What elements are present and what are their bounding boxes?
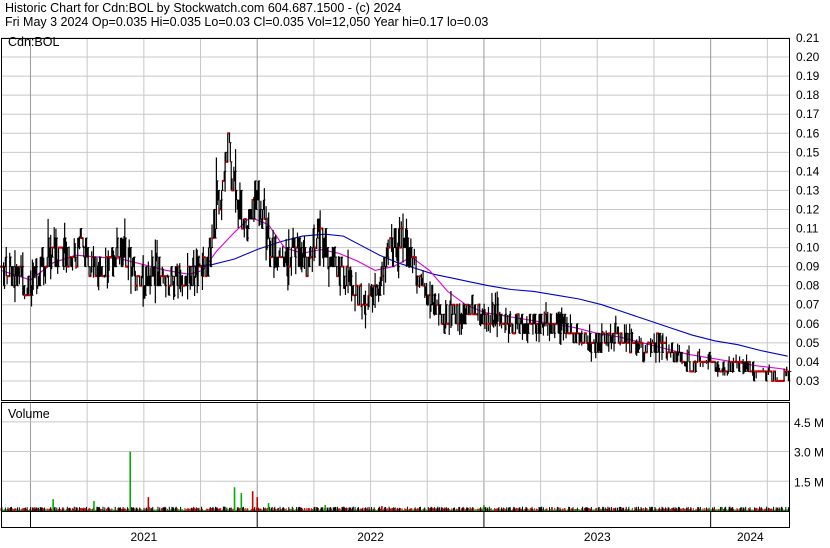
price-tick-label: 0.08 xyxy=(796,279,820,293)
price-tick-label: 0.12 xyxy=(796,202,820,216)
price-tick-label: 0.17 xyxy=(796,107,820,121)
price-tick-label: 0.06 xyxy=(796,317,820,331)
price-tick-label: 0.16 xyxy=(796,126,820,140)
price-tick-label: 0.11 xyxy=(796,222,819,236)
volume-panel-title: Volume xyxy=(8,407,50,421)
volume-tick-label: 3.0 M xyxy=(794,446,824,460)
volume-tick-label: 1.5 M xyxy=(794,475,824,489)
price-panel-title: Cdn:BOL xyxy=(8,35,59,49)
chart-area: 0.03 0.04 0.05 0.06 0.07 0.08 0.09 0.10 0.11 0.12… xyxy=(0,0,830,544)
year-label: 2022 xyxy=(357,530,384,543)
price-tick-label: 0.20 xyxy=(796,50,820,64)
price-tick-label: 0.04 xyxy=(796,355,820,369)
price-tick-label: 0.18 xyxy=(796,88,820,102)
price-tick-label: 0.13 xyxy=(796,183,820,197)
price-tick-label: 0.10 xyxy=(796,241,820,255)
year-label: 2024 xyxy=(737,530,764,543)
price-tick-label: 0.07 xyxy=(796,298,820,312)
time-axis-border xyxy=(1,511,790,528)
price-tick-label: 0.09 xyxy=(796,260,820,274)
year-label: 2023 xyxy=(584,530,611,543)
price-tick-label: 0.14 xyxy=(796,164,820,178)
volume-tick-label: 4.5 M xyxy=(794,416,824,430)
price-tick-label: 0.03 xyxy=(796,374,820,388)
price-tick-label: 0.15 xyxy=(796,145,820,159)
price-tick-label: 0.21 xyxy=(796,31,820,45)
year-label: 2021 xyxy=(130,530,157,543)
price-tick-label: 0.19 xyxy=(796,69,820,83)
volume-panel-border xyxy=(1,402,790,512)
price-tick-label: 0.05 xyxy=(796,336,820,350)
